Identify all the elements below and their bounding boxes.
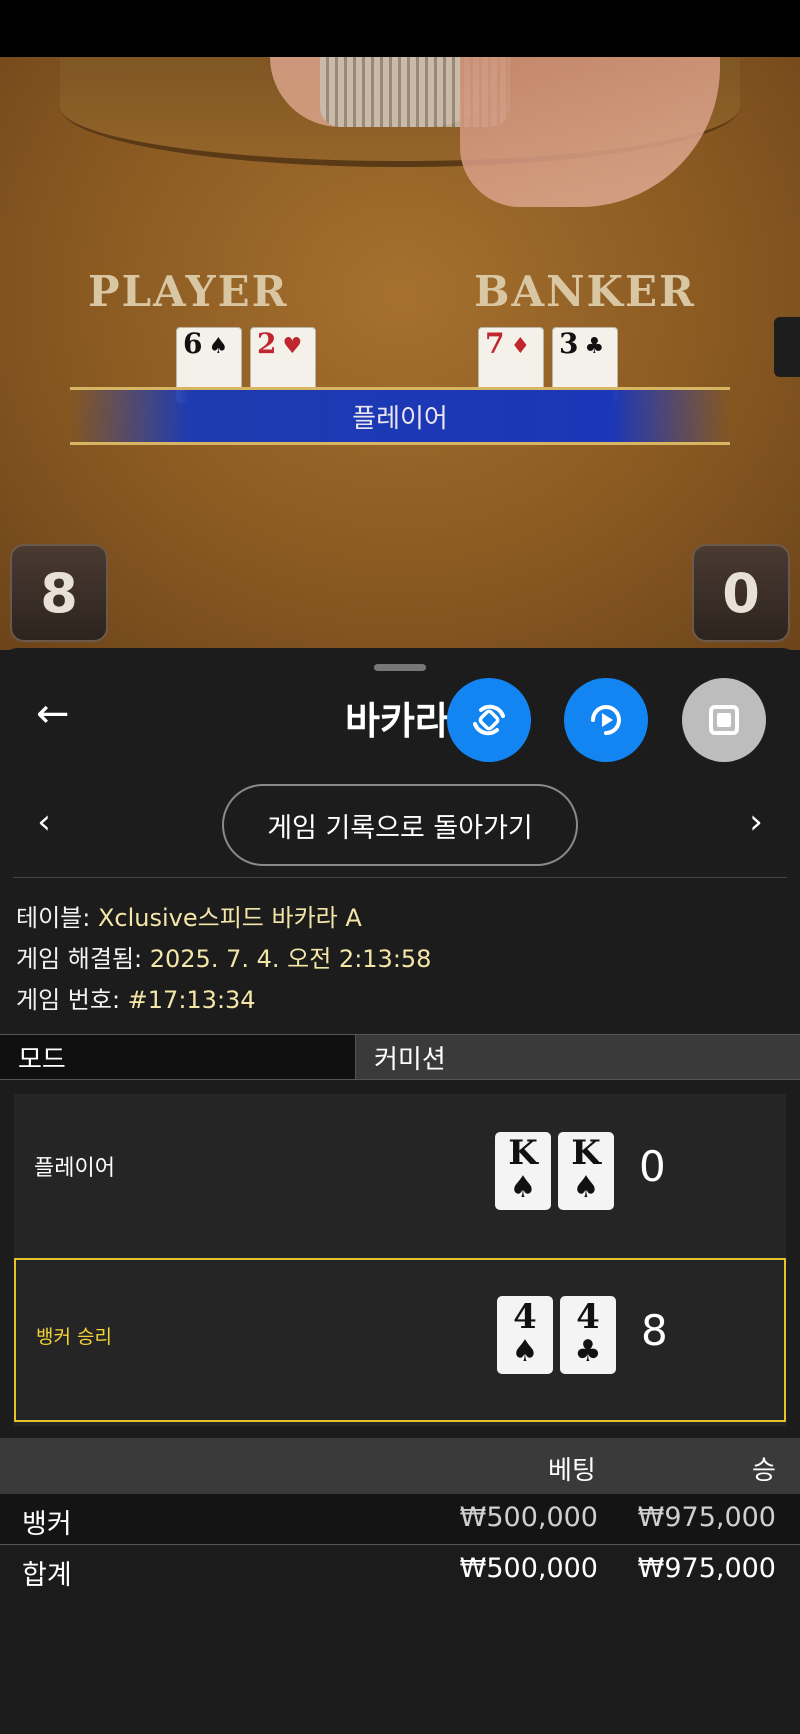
table-row: 뱅커 ₩500,000 ₩975,000: [0, 1494, 800, 1544]
table-info-label: 테이블:: [16, 904, 98, 932]
game-number-info: 게임 번호: #17:13:34: [16, 980, 256, 1015]
win-column-header: 승: [752, 1456, 776, 1486]
total-win-amount: ₩975,000: [637, 1553, 776, 1584]
resolved-info-label: 게임 해결됨:: [16, 945, 150, 973]
result-banner-text: 플레이어: [352, 403, 448, 434]
divider: [13, 877, 787, 878]
live-video: PLAYER BANKER 6 ♠ 2 ♥ 7 ♦ 3 ♣ 플레이어 8 0: [0, 57, 800, 650]
mode-label: 모드: [0, 1035, 356, 1079]
rotate-icon: [473, 704, 505, 736]
player-result-row: 플레이어 K ♠ K ♠ 0: [14, 1094, 786, 1258]
drag-handle[interactable]: [374, 664, 426, 671]
status-bar: [0, 0, 800, 57]
bet-column-header: 베팅: [548, 1456, 596, 1486]
dealer-arm: [460, 57, 720, 207]
stop-button[interactable]: [682, 678, 766, 762]
replay-icon: [591, 705, 621, 735]
game-nav-row: ‹ 게임 기록으로 돌아가기 ›: [0, 784, 800, 866]
game-number-label: 게임 번호:: [16, 986, 128, 1014]
player-result-score: 0: [639, 1142, 666, 1191]
banker-result-row: 뱅커 승리 4 ♠ 4 ♣ 8: [14, 1258, 786, 1422]
bet-name: 뱅커: [22, 1509, 72, 1540]
replay-button[interactable]: [564, 678, 648, 762]
player-score-box: 8: [10, 544, 108, 642]
banker-card-2: 4 ♣: [560, 1296, 616, 1374]
game-number-value: #17:13:34: [127, 986, 256, 1014]
banker-card-1: 4 ♠: [497, 1296, 553, 1374]
player-zone-label: PLAYER: [88, 267, 289, 316]
total-row: 합계 ₩500,000 ₩975,000: [0, 1544, 800, 1594]
round-result: 플레이어 K ♠ K ♠ 0 뱅커 승리 4 ♠ 4 ♣ 8: [14, 1094, 786, 1426]
back-arrow-icon[interactable]: ←: [36, 690, 84, 738]
bet-amount: ₩500,000: [459, 1502, 598, 1533]
table-info: 테이블: Xclusive스피드 바카라 A: [16, 898, 362, 933]
chevron-right-icon[interactable]: ›: [736, 802, 776, 842]
table-info-value: Xclusive스피드 바카라 A: [97, 904, 362, 932]
chevron-left-icon[interactable]: ‹: [24, 802, 64, 842]
mode-value: 커미션: [356, 1035, 800, 1079]
video-edge-object: [774, 317, 800, 377]
total-label: 합계: [22, 1560, 72, 1591]
mode-row: 모드 커미션: [0, 1034, 800, 1080]
back-to-history-button[interactable]: 게임 기록으로 돌아가기: [222, 784, 578, 866]
player-card-1: K ♠: [495, 1132, 551, 1210]
banker-result-score: 8: [641, 1306, 668, 1355]
banker-result-label: 뱅커 승리: [36, 1326, 112, 1348]
banker-score-box: 0: [692, 544, 790, 642]
bets-table-header: 베팅 승: [0, 1438, 800, 1494]
result-banner: 플레이어: [70, 387, 730, 445]
total-bet-amount: ₩500,000: [459, 1553, 598, 1584]
rotate-button[interactable]: [447, 678, 531, 762]
game-detail-sheet: ← 바카라 ‹ 게임 기록으로 돌아가기 › 테이블: Xclusive스피드 …: [0, 648, 800, 1734]
stop-icon: [709, 705, 739, 735]
banker-zone-label: BANKER: [474, 267, 696, 316]
player-result-label: 플레이어: [34, 1156, 115, 1181]
win-amount: ₩975,000: [637, 1502, 776, 1533]
resolved-info-value: 2025. 7. 4. 오전 2:13:58: [149, 945, 432, 973]
resolved-info: 게임 해결됨: 2025. 7. 4. 오전 2:13:58: [16, 939, 431, 974]
page-title: 바카라: [345, 699, 450, 743]
player-card-2: K ♠: [558, 1132, 614, 1210]
